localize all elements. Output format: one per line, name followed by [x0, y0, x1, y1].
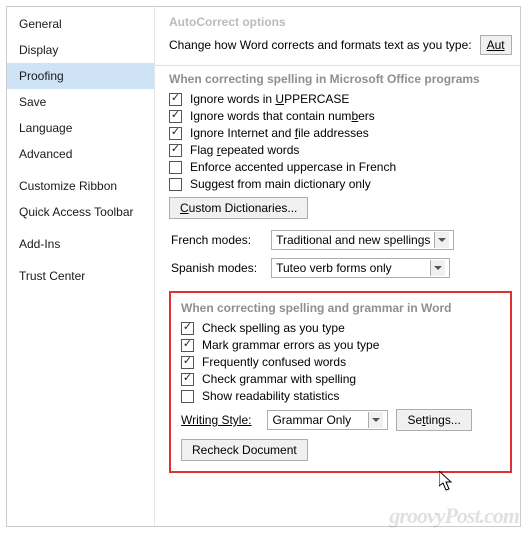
recheck-document-button[interactable]: Recheck Document — [181, 439, 308, 461]
office-checkbox-4[interactable] — [169, 161, 182, 174]
office-check-label-0: Ignore words in UPPERCASE — [190, 92, 349, 106]
autocorrect-intro-text: Change how Word corrects and formats tex… — [169, 38, 472, 52]
autocorrect-options-button[interactable]: Aut — [480, 35, 512, 55]
chevron-down-icon — [430, 260, 445, 276]
word-check-label-4: Show readability statistics — [202, 389, 339, 403]
word-checkbox-1[interactable] — [181, 339, 194, 352]
spanish-modes-label: Spanish modes: — [171, 261, 257, 275]
word-checkbox-3[interactable] — [181, 373, 194, 386]
french-modes-select[interactable]: Traditional and new spellings — [271, 230, 454, 250]
sidebar-item-proofing[interactable]: Proofing — [7, 63, 154, 89]
section-word-title: When correcting spelling and grammar in … — [181, 301, 502, 315]
word-check-label-2: Frequently confused words — [202, 355, 346, 369]
sidebar-item-display[interactable]: Display — [7, 37, 154, 63]
writing-style-label: Writing Style: — [181, 413, 251, 427]
section-office-title: When correcting spelling in Microsoft Of… — [169, 72, 512, 86]
sidebar-item-save[interactable]: Save — [7, 89, 154, 115]
office-checkbox-5[interactable] — [169, 178, 182, 191]
sidebar-item-quick-access-toolbar[interactable]: Quick Access Toolbar — [7, 199, 154, 225]
sidebar-item-general[interactable]: General — [7, 11, 154, 37]
language-modes-table: French modes: Traditional and new spelli… — [169, 225, 460, 283]
section-autocorrect-title: AutoCorrect options — [169, 15, 512, 29]
writing-style-select[interactable]: Grammar Only — [267, 410, 388, 430]
word-check-label-3: Check grammar with spelling — [202, 372, 356, 386]
sidebar-item-customize-ribbon[interactable]: Customize Ribbon — [7, 173, 154, 199]
mouse-cursor-icon — [439, 471, 455, 493]
office-checkbox-1[interactable] — [169, 110, 182, 123]
grammar-section-highlight: When correcting spelling and grammar in … — [169, 291, 512, 473]
office-check-label-2: Ignore Internet and file addresses — [190, 126, 369, 140]
word-checkbox-4[interactable] — [181, 390, 194, 403]
office-check-label-4: Enforce accented uppercase in French — [190, 160, 396, 174]
settings-button[interactable]: Settings... — [396, 409, 471, 431]
office-check-label-1: Ignore words that contain numbers — [190, 109, 375, 123]
chevron-down-icon — [368, 412, 383, 428]
word-checkbox-2[interactable] — [181, 356, 194, 369]
custom-dictionaries-button[interactable]: Custom Dictionaries... — [169, 197, 308, 219]
office-checkbox-3[interactable] — [169, 144, 182, 157]
office-checkbox-2[interactable] — [169, 127, 182, 140]
office-check-label-5: Suggest from main dictionary only — [190, 177, 371, 191]
french-modes-label: French modes: — [171, 233, 251, 247]
spanish-modes-select[interactable]: Tuteo verb forms only — [271, 258, 450, 278]
options-content: AutoCorrect options Change how Word corr… — [155, 7, 520, 526]
sidebar-item-trust-center[interactable]: Trust Center — [7, 263, 154, 289]
office-check-label-3: Flag repeated words — [190, 143, 299, 157]
sidebar-item-add-ins[interactable]: Add-Ins — [7, 231, 154, 257]
sidebar-item-advanced[interactable]: Advanced — [7, 141, 154, 167]
sidebar-item-language[interactable]: Language — [7, 115, 154, 141]
word-check-label-1: Mark grammar errors as you type — [202, 338, 379, 352]
word-checkbox-0[interactable] — [181, 322, 194, 335]
word-check-label-0: Check spelling as you type — [202, 321, 345, 335]
office-checkbox-0[interactable] — [169, 93, 182, 106]
chevron-down-icon — [434, 232, 449, 248]
options-sidebar: GeneralDisplayProofingSaveLanguageAdvanc… — [7, 7, 155, 526]
